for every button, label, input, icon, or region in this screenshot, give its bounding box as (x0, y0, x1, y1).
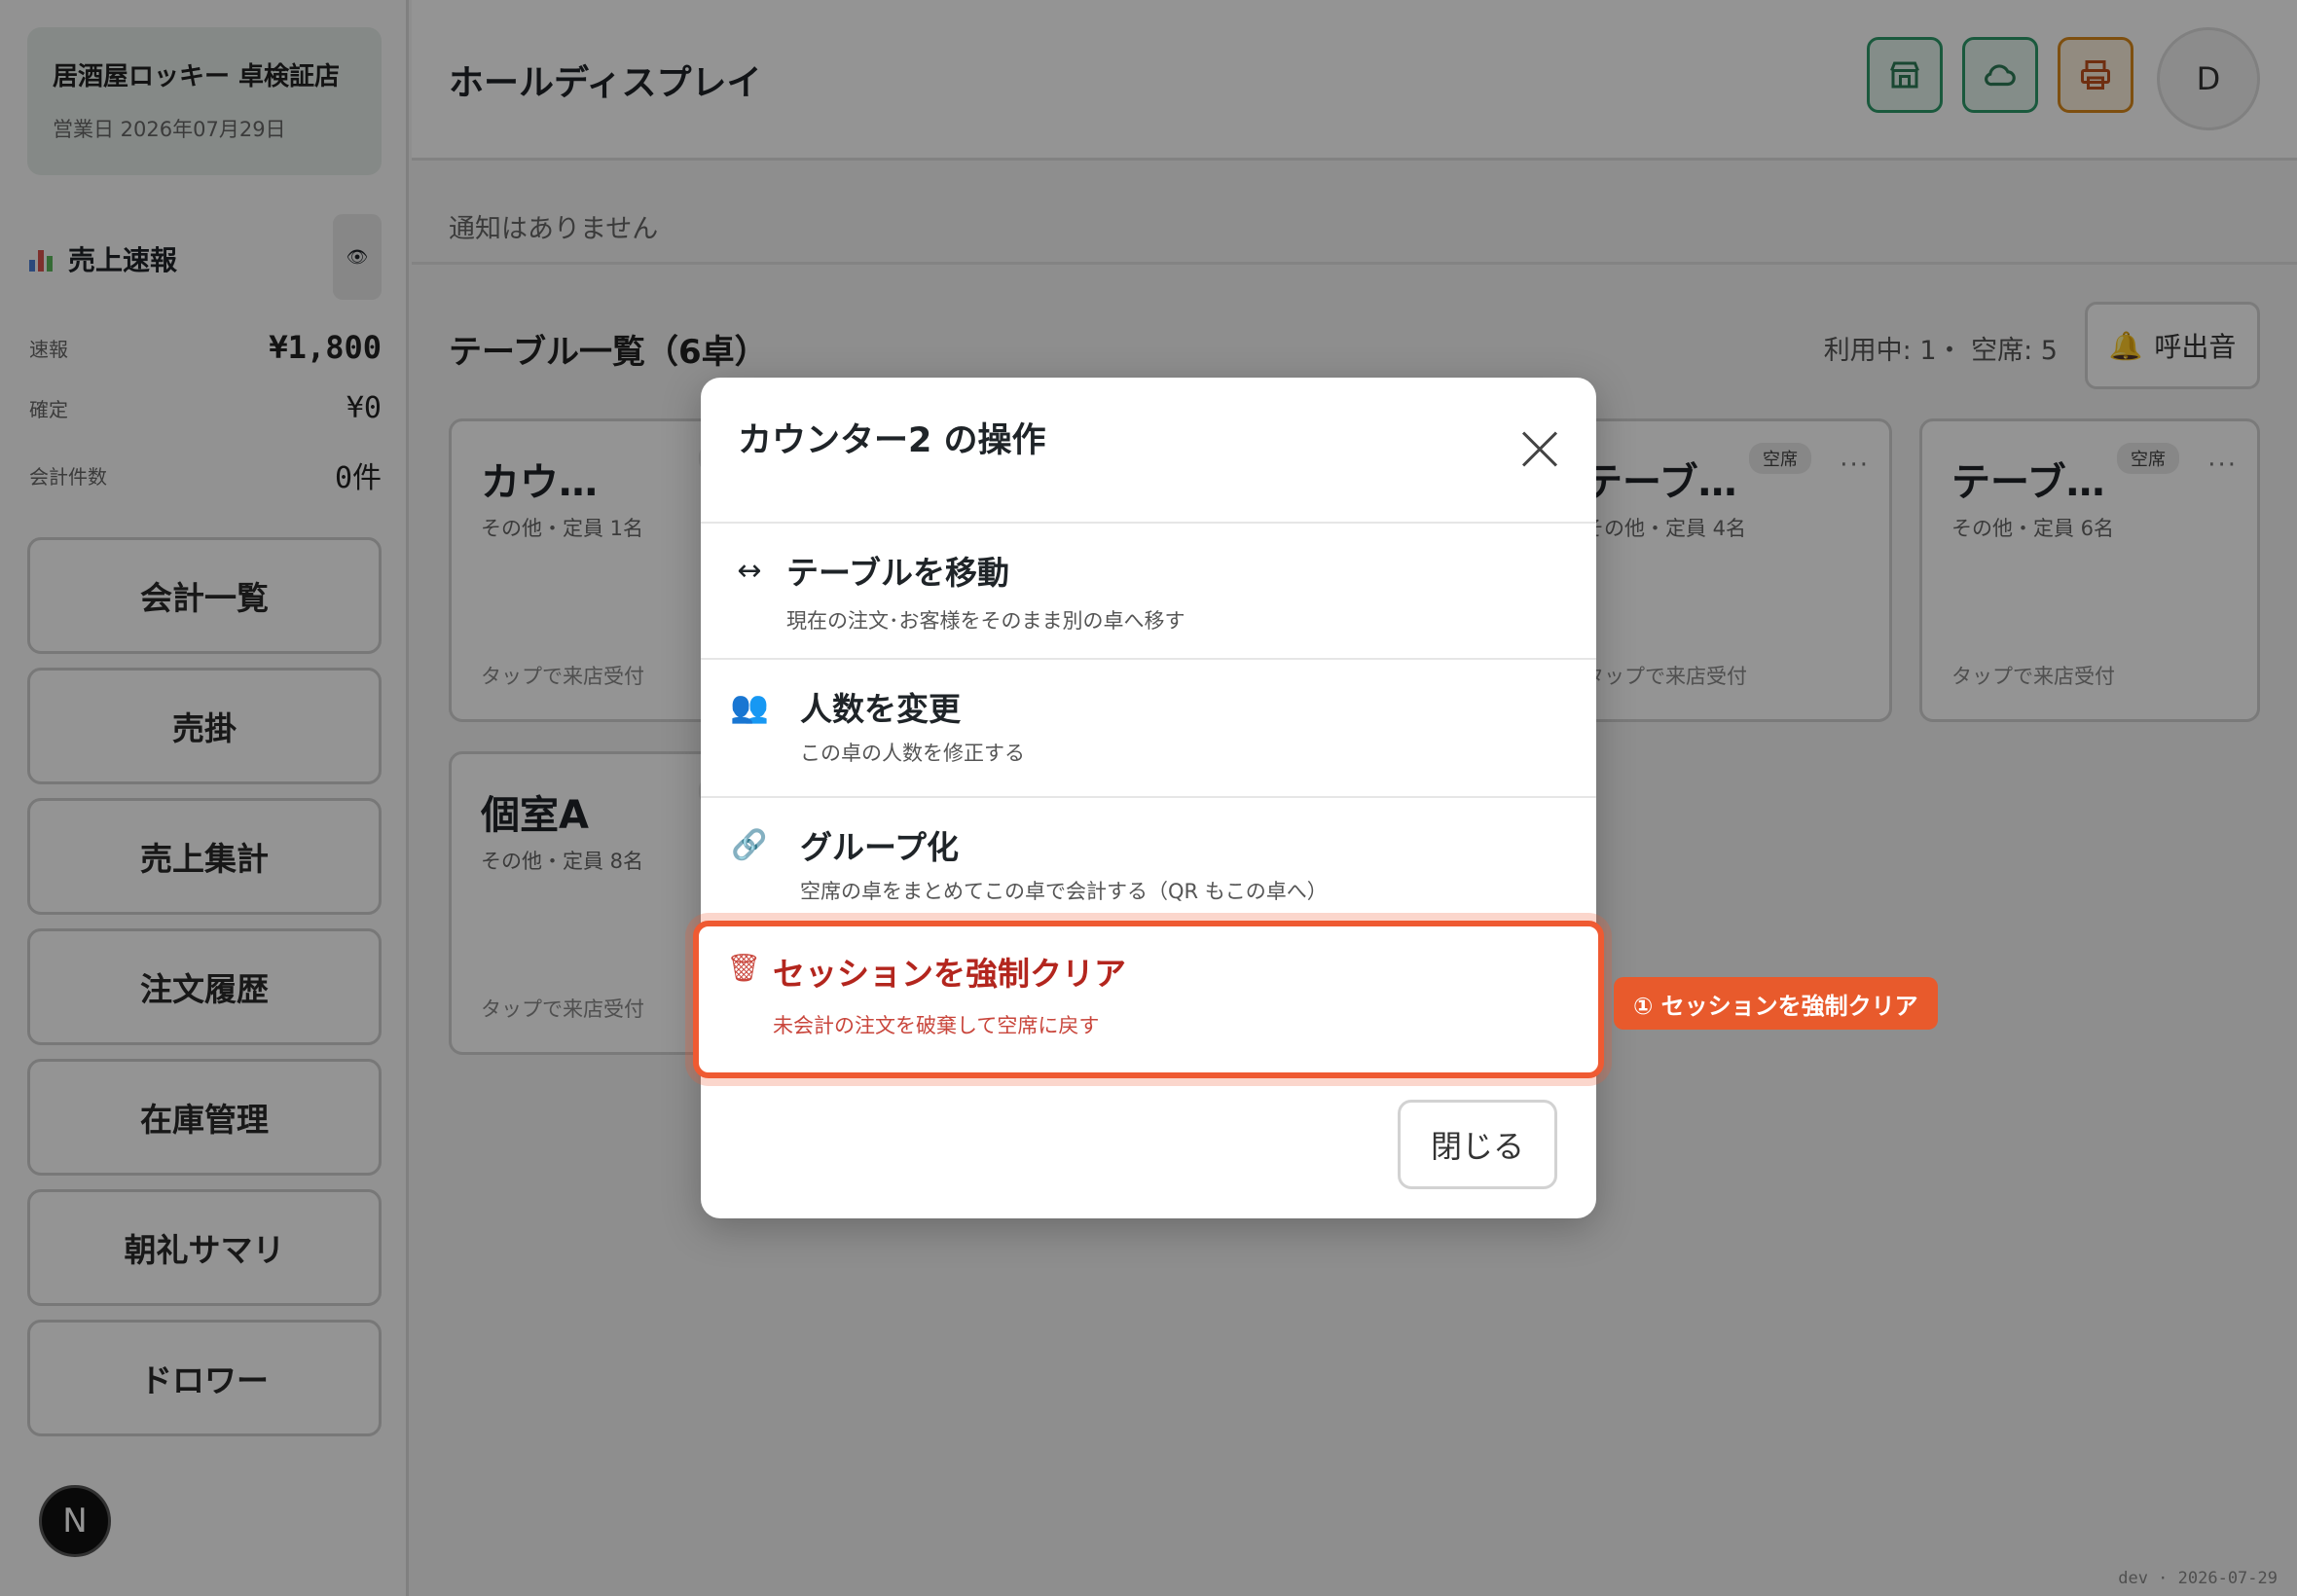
action-description: 空席の卓をまとめてこの卓で会計する（QR もこの卓へ） (800, 880, 1328, 903)
action-description: 未会計の注文を破棄して空席に戻す (773, 1014, 1100, 1037)
table-actions-modal: カウンター2 の操作 ↔ テーブルを移動 現在の注文･お客様をそのまま別の卓へ移… (693, 378, 1604, 1218)
step-callout: ① セッションを強制クリア (1614, 977, 1938, 1030)
action-description: この卓の人数を修正する (800, 742, 1025, 765)
trash-icon: 🗑 (726, 951, 761, 984)
group-tables-action[interactable]: 🔗 グループ化 空席の卓をまとめてこの卓で会計する（QR もこの卓へ） (701, 798, 1596, 934)
force-clear-session-action[interactable]: 🗑 セッションを強制クリア 未会計の注文を破棄して空席に戻す (693, 921, 1604, 1078)
link-icon: 🔗 (731, 827, 768, 862)
action-title: セッションを強制クリア (773, 955, 1126, 993)
people-icon: 👥 (730, 688, 769, 725)
close-icon[interactable] (1520, 430, 1559, 469)
close-button[interactable]: 閉じる (1398, 1100, 1557, 1189)
arrows-horizontal-icon: ↔ (737, 553, 762, 588)
action-title: 人数を変更 (800, 690, 961, 728)
action-title: グループ化 (800, 828, 960, 866)
move-table-action[interactable]: ↔ テーブルを移動 現在の注文･お客様をそのまま別の卓へ移す (701, 524, 1596, 660)
action-description: 現在の注文･お客様をそのまま別の卓へ移す (786, 609, 1185, 633)
action-title: テーブルを移動 (786, 554, 1010, 592)
change-guests-action[interactable]: 👥 人数を変更 この卓の人数を修正する (701, 660, 1596, 796)
modal-title: カウンター2 の操作 (738, 421, 1046, 460)
